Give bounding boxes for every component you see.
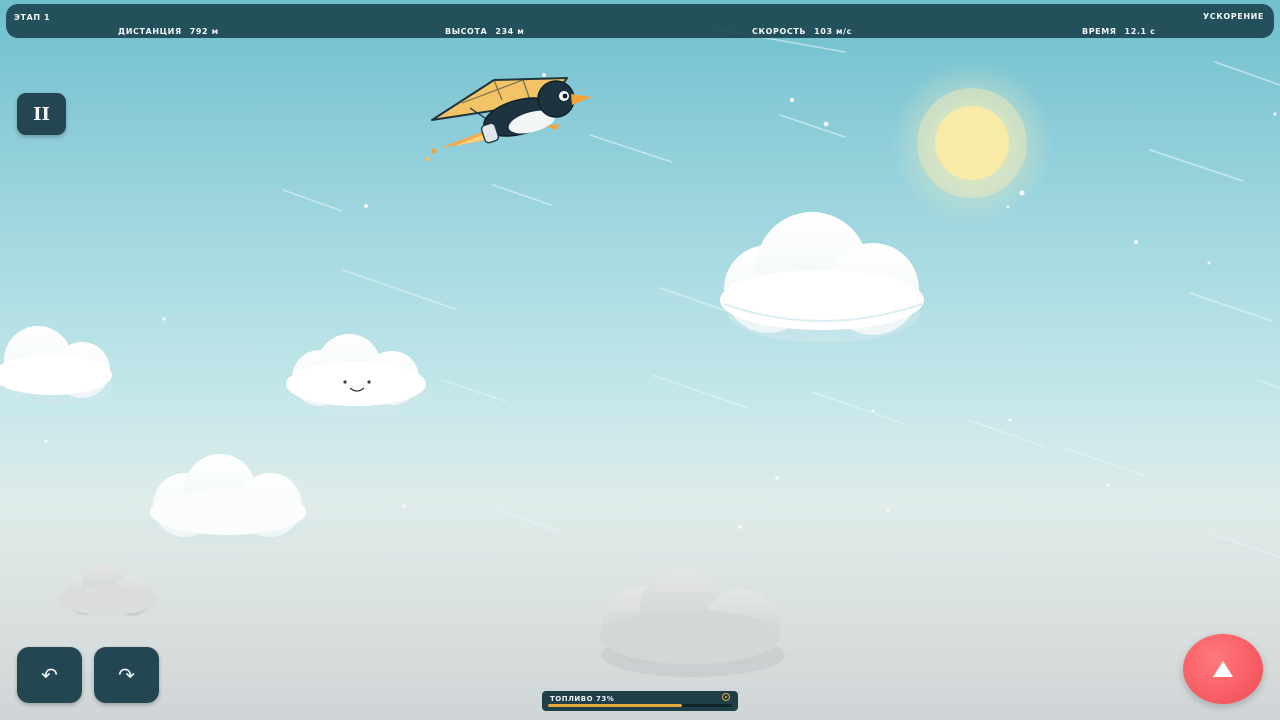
- rotate-left-icon: ↶: [41, 663, 58, 687]
- pause-button[interactable]: II: [17, 93, 66, 135]
- fuel-gauge: ТОПЛИВО 73%: [542, 691, 738, 711]
- cloud-smiling: [286, 334, 427, 415]
- time-label: ВРЕМЯ: [1082, 27, 1117, 36]
- time-stat: ВРЕМЯ 12.1 с: [1082, 27, 1155, 36]
- fuel-bar-track: [548, 704, 732, 707]
- penguin-hang-glider: [426, 77, 592, 161]
- cloud-grey-large: [600, 568, 785, 677]
- altitude-label: ВЫСОТА: [445, 27, 488, 36]
- cloud-lower-left: [150, 454, 306, 544]
- rotate-left-button[interactable]: ↶: [17, 647, 82, 703]
- altitude-stat: ВЫСОТА 234 м: [445, 27, 524, 36]
- cloud-grey-small: [60, 563, 156, 616]
- altitude-value: 234 м: [495, 27, 525, 36]
- fuel-percent: 73%: [595, 695, 615, 703]
- time-value: 12.1 с: [1124, 27, 1156, 36]
- hud-top-bar: ЭТАП 1 УСКОРЕНИЕ ДИСТАНЦИЯ 792 м ВЫСОТА 23…: [6, 4, 1274, 38]
- boost-indicator: УСКОРЕНИЕ: [1203, 12, 1264, 21]
- sun: [890, 61, 1054, 225]
- distance-stat: ДИСТАНЦИЯ 792 м: [118, 27, 219, 36]
- speed-value: 103 м/с: [814, 27, 852, 36]
- game-scene: [0, 27, 1280, 677]
- fuel-label: ТОПЛИВО 73%: [550, 695, 614, 703]
- fuel-label-text: ТОПЛИВО: [550, 695, 594, 703]
- distance-value: 792 м: [189, 27, 219, 36]
- rotate-right-icon: ↷: [118, 663, 135, 687]
- fuel-bar-fill: [548, 704, 683, 707]
- speed-label: СКОРОСТЬ: [752, 27, 807, 36]
- cloud-left: [0, 326, 113, 405]
- pause-icon: II: [33, 103, 50, 125]
- fuel-ring-icon: [722, 693, 730, 701]
- cloud-large: [720, 212, 924, 343]
- speed-stat: СКОРОСТЬ 103 м/с: [752, 27, 852, 36]
- distance-label: ДИСТАНЦИЯ: [118, 27, 182, 36]
- rotate-right-button[interactable]: ↷: [94, 647, 159, 703]
- fly-up-button[interactable]: [1183, 634, 1263, 704]
- up-triangle-icon: [1213, 661, 1233, 677]
- stage-indicator: ЭТАП 1: [14, 13, 51, 22]
